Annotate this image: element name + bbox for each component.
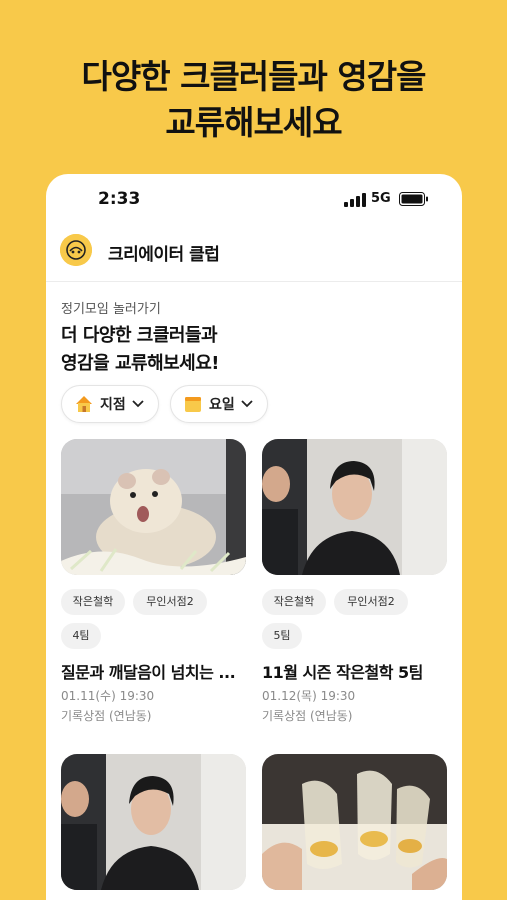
branch-filter-label: 지점 — [100, 397, 126, 413]
promo-headline: 다양한 크클러들과 영감을 교류해보세요 — [0, 54, 507, 146]
card-place: 기록상점 (연남동) — [262, 709, 353, 723]
people-photo — [61, 754, 246, 890]
meetup-card[interactable] — [262, 754, 447, 890]
card-date: 01.11(수) 19:30 — [61, 689, 155, 703]
section-title-line-2: 영감을 교류해보세요! — [61, 353, 220, 374]
card-place: 기록상점 (연남동) — [61, 709, 152, 723]
club-logo-icon — [60, 234, 92, 266]
meetup-card[interactable]: 작은철학 무인서점2 4팀 질문과 깨달음이 넘치는 ... 01.11(수) … — [61, 439, 246, 723]
card-date: 01.12(목) 19:30 — [262, 689, 356, 703]
phone-screen: 2:33 5G 크리에이터 클럽 정기모임 놀러가기 더 다양한 크클러들과 영… — [46, 174, 462, 900]
chevron-down-icon — [241, 400, 253, 408]
battery-icon — [399, 192, 428, 206]
headline-line-1: 다양한 크클러들과 영감을 — [81, 57, 427, 96]
people-photo — [262, 439, 447, 575]
branch-filter-button[interactable]: 지점 — [61, 385, 159, 423]
house-icon — [76, 396, 92, 412]
tag-chip[interactable]: 4팀 — [61, 623, 101, 649]
section-title-line-1: 더 다양한 크클러들과 — [61, 325, 218, 346]
tag-chip[interactable]: 무인서점2 — [133, 589, 207, 615]
tag-chip[interactable]: 작은철학 — [262, 589, 326, 615]
headline-line-2: 교류해보세요 — [165, 103, 342, 142]
network-type: 5G — [371, 191, 391, 206]
tag-chip[interactable]: 작은철학 — [61, 589, 125, 615]
day-filter-button[interactable]: 요일 — [170, 385, 268, 423]
section-title: 더 다양한 크클러들과 영감을 교류해보세요! — [61, 322, 361, 378]
calendar-icon — [185, 397, 201, 412]
tag-chip[interactable]: 무인서점2 — [334, 589, 408, 615]
signal-icon — [344, 193, 366, 207]
status-time: 2:33 — [98, 189, 141, 209]
meetup-card[interactable] — [61, 754, 246, 890]
app-title: 크리에이터 클럽 — [108, 245, 220, 265]
hamster-photo — [61, 439, 246, 575]
app-header: 크리에이터 클럽 — [46, 230, 462, 282]
chevron-down-icon — [132, 400, 144, 408]
status-bar: 2:33 5G — [46, 174, 462, 222]
tag-chip[interactable]: 5팀 — [262, 623, 302, 649]
day-filter-label: 요일 — [209, 397, 235, 413]
section-label: 정기모임 놀러가기 — [61, 302, 161, 317]
card-title[interactable]: 11월 시즌 작은철학 5팀 — [262, 659, 452, 683]
meetup-card[interactable]: 작은철학 무인서점2 5팀 11월 시즌 작은철학 5팀 01.12(목) 19… — [262, 439, 447, 723]
toast-glasses-photo — [262, 754, 447, 890]
club-logo[interactable] — [60, 234, 92, 266]
card-title[interactable]: 질문과 깨달음이 넘치는 ... — [61, 659, 251, 683]
